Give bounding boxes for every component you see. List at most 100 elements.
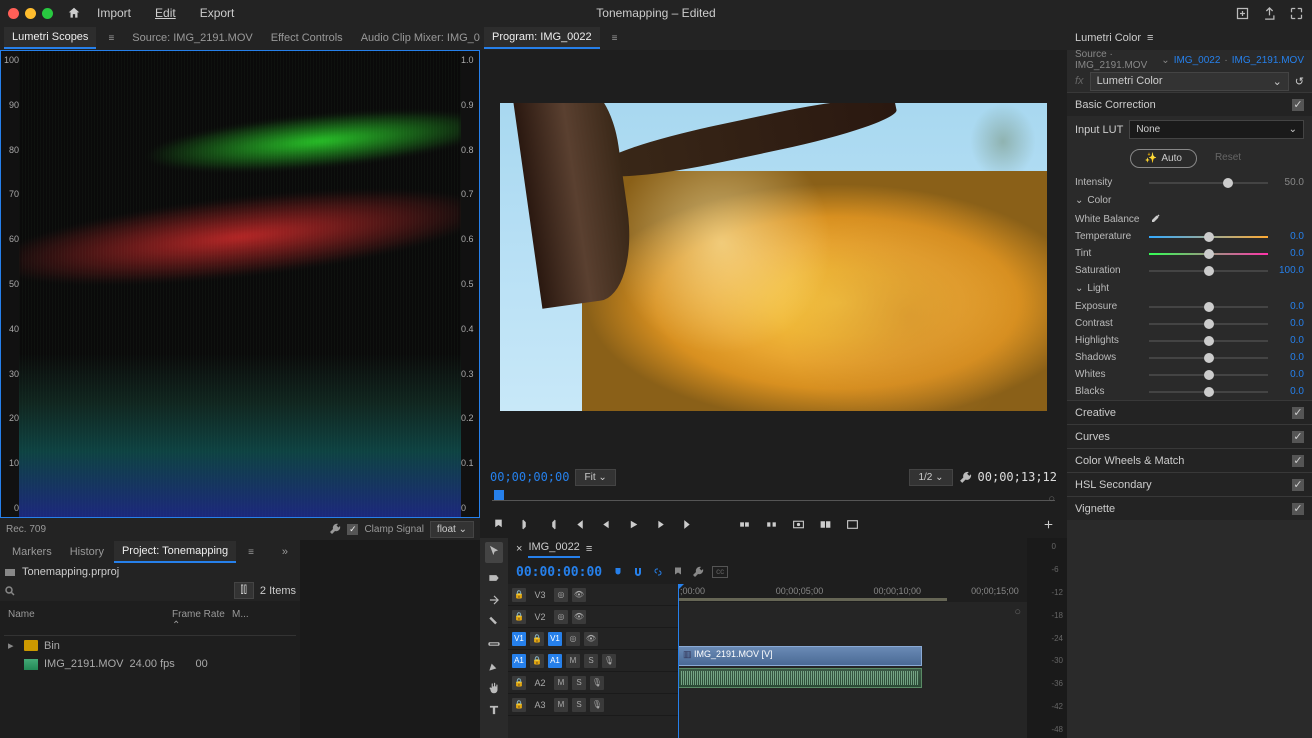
wrench-icon[interactable] [692, 566, 704, 578]
tab-lumetri-scopes[interactable]: Lumetri Scopes [4, 27, 96, 49]
nav-edit[interactable]: Edit [147, 2, 184, 24]
timeline-playhead[interactable] [678, 584, 679, 738]
audio-meter[interactable]: 0-6-12-18-24-30-36-42-48 [1027, 538, 1067, 738]
panel-menu-icon[interactable]: ≡ [604, 29, 626, 48]
goto-out-icon[interactable] [681, 518, 694, 531]
panel-menu-icon[interactable]: ≡ [586, 543, 592, 555]
timeline-tracks[interactable]: ;00:00 00;00;05;00 00;00;10;00 00;00;15;… [678, 584, 1027, 738]
slip-tool-icon[interactable] [487, 637, 501, 651]
source-patch-v1[interactable]: V1 [512, 632, 526, 646]
close-window-button[interactable] [8, 8, 19, 19]
tint-slider[interactable] [1149, 253, 1268, 255]
wrench-icon[interactable] [329, 523, 341, 535]
timecode-current[interactable]: 00;00;00;00 [490, 470, 569, 484]
intensity-slider[interactable] [1149, 182, 1268, 184]
step-back-icon[interactable] [600, 518, 613, 531]
group-color[interactable]: Color [1067, 191, 1312, 210]
in-point-icon[interactable] [519, 518, 532, 531]
source-patch-a1[interactable]: A1 [512, 654, 526, 668]
safe-margins-icon[interactable] [846, 518, 859, 531]
reset-icon[interactable]: ↺ [1295, 75, 1304, 88]
step-forward-icon[interactable] [654, 518, 667, 531]
col-framerate[interactable]: Frame Rate ⌃ [172, 609, 232, 631]
saturation-slider[interactable] [1149, 270, 1268, 272]
sequence-tab[interactable]: IMG_0022 [528, 541, 579, 558]
lift-icon[interactable] [738, 518, 751, 531]
timecode-duration[interactable]: 00;00;13;12 [978, 470, 1057, 484]
project-bin-row[interactable]: ▸ Bin [4, 636, 296, 655]
fullscreen-icon[interactable] [1289, 6, 1304, 21]
section-color-wheels[interactable]: Color Wheels & Match✓ [1067, 448, 1312, 472]
program-scrubber[interactable]: ○ [492, 490, 1055, 510]
add-button-icon[interactable] [1042, 518, 1055, 531]
section-vignette[interactable]: Vignette✓ [1067, 496, 1312, 520]
resolution-dropdown[interactable]: 1/2 ⌄ [909, 469, 952, 486]
home-icon[interactable] [67, 6, 81, 20]
minimize-window-button[interactable] [25, 8, 36, 19]
section-creative[interactable]: Creative✓ [1067, 400, 1312, 424]
tab-source[interactable]: Source: IMG_2191.MOV [124, 28, 260, 48]
maximize-window-button[interactable] [42, 8, 53, 19]
mic-icon[interactable]: 🎙 [590, 676, 604, 690]
search-icon[interactable] [4, 585, 16, 597]
clip-link[interactable]: IMG_2191.MOV [1232, 55, 1304, 66]
tabs-overflow-icon[interactable]: » [274, 542, 296, 562]
input-lut-dropdown[interactable]: None⌄ [1129, 120, 1304, 139]
type-tool-icon[interactable] [487, 703, 501, 717]
master-clip-link[interactable]: IMG_0022 [1174, 55, 1221, 66]
play-icon[interactable] [627, 518, 640, 531]
comparison-icon[interactable] [819, 518, 832, 531]
whites-slider[interactable] [1149, 374, 1268, 376]
razor-tool-icon[interactable] [487, 615, 501, 629]
fx-badge-icon[interactable]: fx [1075, 75, 1084, 87]
export-frame-icon[interactable] [792, 518, 805, 531]
section-enable-checkbox[interactable]: ✓ [1292, 99, 1304, 111]
marker-tool-icon[interactable] [672, 566, 684, 578]
tab-audio-mixer[interactable]: Audio Clip Mixer: IMG_0022 [353, 28, 480, 48]
program-monitor[interactable] [480, 50, 1067, 464]
project-clip-row[interactable]: IMG_2191.MOV 24.00 fps 00 [4, 655, 296, 673]
tab-project[interactable]: Project: Tonemapping [114, 541, 236, 563]
tab-history[interactable]: History [62, 542, 112, 562]
eye-icon[interactable]: 👁 [584, 632, 598, 646]
filter-dropdown[interactable]: ⫿⫿ [234, 582, 254, 599]
target-a1[interactable]: A1 [548, 654, 562, 668]
out-point-icon[interactable] [546, 518, 559, 531]
timeline-ruler[interactable]: ;00:00 00;00;05;00 00;00;10;00 00;00;15;… [678, 584, 1027, 602]
lock-icon[interactable]: 🔒 [512, 588, 526, 602]
zoom-fit-dropdown[interactable]: Fit ⌄ [575, 469, 615, 486]
playhead-icon[interactable] [494, 490, 504, 500]
panel-menu-icon[interactable]: ≡ [100, 29, 122, 48]
exposure-slider[interactable] [1149, 306, 1268, 308]
highlights-slider[interactable] [1149, 340, 1268, 342]
section-basic-correction[interactable]: Basic Correction✓ [1067, 92, 1312, 116]
pen-tool-icon[interactable] [487, 659, 501, 673]
effect-dropdown[interactable]: Lumetri Color⌄ [1090, 72, 1289, 91]
magnet-icon[interactable] [632, 566, 644, 578]
waveform-scope[interactable] [19, 51, 461, 517]
track-select-tool-icon[interactable] [487, 571, 501, 585]
tab-markers[interactable]: Markers [4, 542, 60, 562]
target-v1[interactable]: V1 [548, 632, 562, 646]
video-clip[interactable]: ▥ IMG_2191.MOV [V] [678, 646, 922, 666]
auto-button[interactable]: ✨Auto [1130, 149, 1197, 168]
temperature-slider[interactable] [1149, 236, 1268, 238]
ripple-tool-icon[interactable] [487, 593, 501, 607]
clamp-signal-checkbox[interactable]: ✓ [347, 524, 358, 535]
panel-menu-icon[interactable]: ≡ [240, 543, 262, 562]
nav-export[interactable]: Export [192, 2, 243, 24]
tab-program[interactable]: Program: IMG_0022 [484, 27, 600, 49]
scroll-handle[interactable]: ○ [1014, 606, 1021, 618]
group-light[interactable]: Light [1067, 279, 1312, 298]
section-curves[interactable]: Curves✓ [1067, 424, 1312, 448]
mic-icon[interactable]: 🎙 [602, 654, 616, 668]
reset-button[interactable]: Reset [1207, 149, 1249, 168]
section-hsl-secondary[interactable]: HSL Secondary✓ [1067, 472, 1312, 496]
marker-icon[interactable] [492, 518, 505, 531]
lock-icon[interactable]: 🔒 [512, 610, 526, 624]
audio-clip[interactable] [678, 668, 922, 688]
mic-icon[interactable]: 🎙 [590, 698, 604, 712]
panel-menu-icon[interactable]: ≡ [1147, 32, 1153, 44]
hand-tool-icon[interactable] [487, 681, 501, 695]
quick-export-icon[interactable] [1235, 6, 1250, 21]
